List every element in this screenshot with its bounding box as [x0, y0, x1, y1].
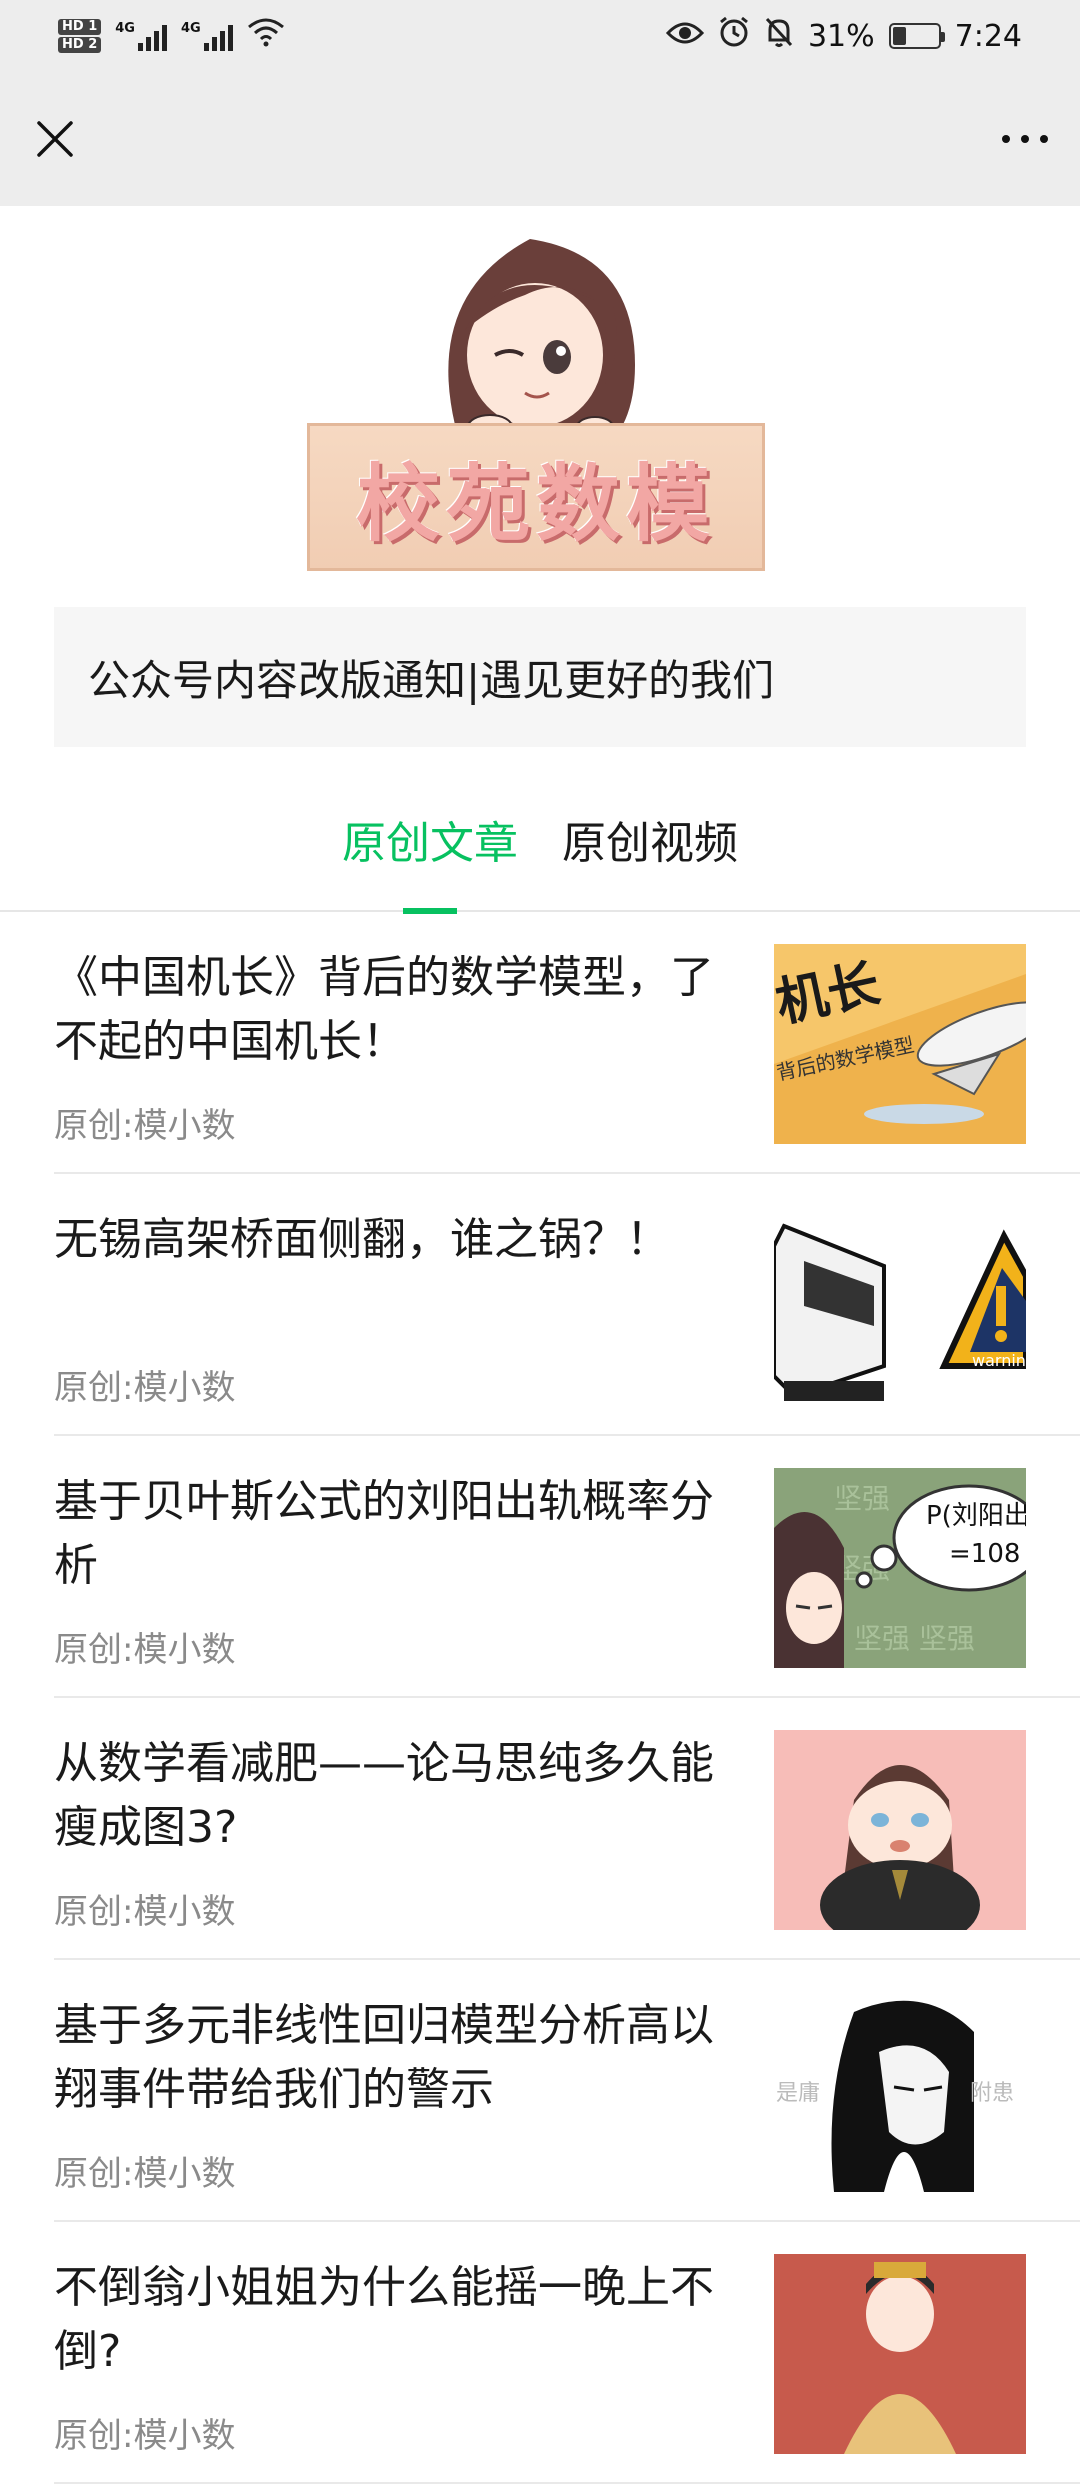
svg-text:坚强: 坚强	[834, 1482, 890, 1515]
network-type-2: 4G	[180, 21, 201, 36]
article-list: 《中国机长》背后的数学模型，了不起的中国机长！ 原创:模小数 机长 背后的数学模…	[0, 912, 1080, 2484]
article-meta: 原创:模小数	[54, 1368, 236, 1408]
cartoon-girl-icon	[448, 239, 635, 435]
account-logo: 校苑数模	[305, 235, 767, 575]
signal-icon-sim1: 4G	[115, 21, 167, 51]
article-item[interactable]: 无锡高架桥面侧翻，谁之锅？！ 原创:模小数 warnin	[54, 1174, 1080, 1436]
article-title: 不倒翁小姐姐为什么能摇一晚上不倒?	[54, 2262, 714, 2377]
article-thumbnail: 机长 背后的数学模型	[774, 944, 1026, 1144]
nav-bar	[0, 72, 1080, 206]
close-icon	[37, 121, 73, 157]
network-type-1: 4G	[115, 21, 135, 36]
more-icon	[1002, 135, 1048, 143]
article-item[interactable]: 不倒翁小姐姐为什么能摇一晚上不倒? 原创:模小数	[54, 2222, 1080, 2484]
alarm-icon	[718, 16, 750, 56]
svg-text:坚强 坚强: 坚强 坚强	[854, 1622, 975, 1655]
status-left: HD 1 HD 2 4G 4G	[58, 17, 285, 55]
logo-sign: 校苑数模	[307, 423, 765, 571]
article-item[interactable]: 《中国机长》背后的数学模型，了不起的中国机长！ 原创:模小数 机长 背后的数学模…	[54, 912, 1080, 1174]
wifi-icon	[247, 17, 285, 55]
battery-percent: 31%	[807, 18, 875, 54]
status-bar: HD 1 HD 2 4G 4G 31% 7:24	[0, 0, 1080, 72]
article-title: 基于贝叶斯公式的刘阳出轨概率分析	[54, 1476, 714, 1591]
battery-icon	[888, 23, 945, 49]
more-button[interactable]	[1000, 114, 1050, 164]
article-meta: 原创:模小数	[54, 1106, 236, 1146]
mute-bell-icon	[764, 16, 794, 56]
thumb-subcaption: =108	[949, 1539, 1020, 1569]
article-title: 《中国机长》背后的数学模型，了不起的中国机长！	[54, 952, 714, 1067]
svg-text:附患: 附患	[970, 2081, 1014, 2106]
article-thumbnail: 坚强 坚强 坚强 坚强 P(刘阳出 =108	[774, 1468, 1026, 1668]
clock-time: 7:24	[954, 18, 1022, 54]
article-meta: 原创:模小数	[54, 1630, 236, 1670]
article-thumbnail	[774, 1730, 1026, 1930]
article-title: 无锡高架桥面侧翻，谁之锅？！	[54, 1214, 670, 1265]
tab-original-articles[interactable]: 原创文章	[342, 780, 518, 914]
svg-text:是庸: 是庸	[776, 2081, 820, 2106]
article-meta: 原创:模小数	[54, 2416, 236, 2456]
content-tabs: 原创文章 原创视频	[0, 780, 1080, 914]
hd1-badge: HD 1	[58, 19, 102, 35]
tab-original-videos[interactable]: 原创视频	[562, 780, 738, 912]
thumb-caption: warnin	[972, 1351, 1026, 1370]
hd2-badge: HD 2	[58, 37, 102, 53]
article-thumbnail	[774, 2254, 1026, 2454]
status-right: 31% 7:24	[665, 16, 1022, 56]
signal-icon-sim2: 4G	[181, 21, 233, 51]
notice-text: 公众号内容改版通知|遇见更好的我们	[88, 655, 775, 705]
article-thumbnail: 是庸 附患	[774, 1992, 1026, 2192]
notice-banner[interactable]: 公众号内容改版通知|遇见更好的我们	[54, 607, 1026, 747]
tab-label: 原创文章	[342, 818, 518, 869]
article-item[interactable]: 基于贝叶斯公式的刘阳出轨概率分析 原创:模小数 坚强 坚强 坚强 坚强 P(刘阳出 …	[54, 1436, 1080, 1698]
hd-indicator: HD 1 HD 2	[58, 19, 102, 53]
article-item[interactable]: 基于多元非线性回归模型分析高以翔事件带给我们的警示 原创:模小数 是庸 附患	[54, 1960, 1080, 2222]
thumb-caption: P(刘阳出	[926, 1501, 1026, 1531]
close-button[interactable]	[30, 114, 80, 164]
battery-fill	[892, 27, 907, 45]
article-item[interactable]: 从数学看减肥——论马思纯多久能瘦成图3? 原创:模小数	[54, 1698, 1080, 1960]
article-title: 基于多元非线性回归模型分析高以翔事件带给我们的警示	[54, 2000, 714, 2115]
article-thumbnail: warnin	[774, 1206, 1026, 1406]
tab-label: 原创视频	[562, 818, 738, 869]
article-meta: 原创:模小数	[54, 2154, 236, 2194]
article-meta: 原创:模小数	[54, 1892, 236, 1932]
eye-icon	[665, 19, 705, 54]
article-title: 从数学看减肥——论马思纯多久能瘦成图3?	[54, 1738, 714, 1853]
logo-text: 校苑数模	[355, 453, 716, 553]
